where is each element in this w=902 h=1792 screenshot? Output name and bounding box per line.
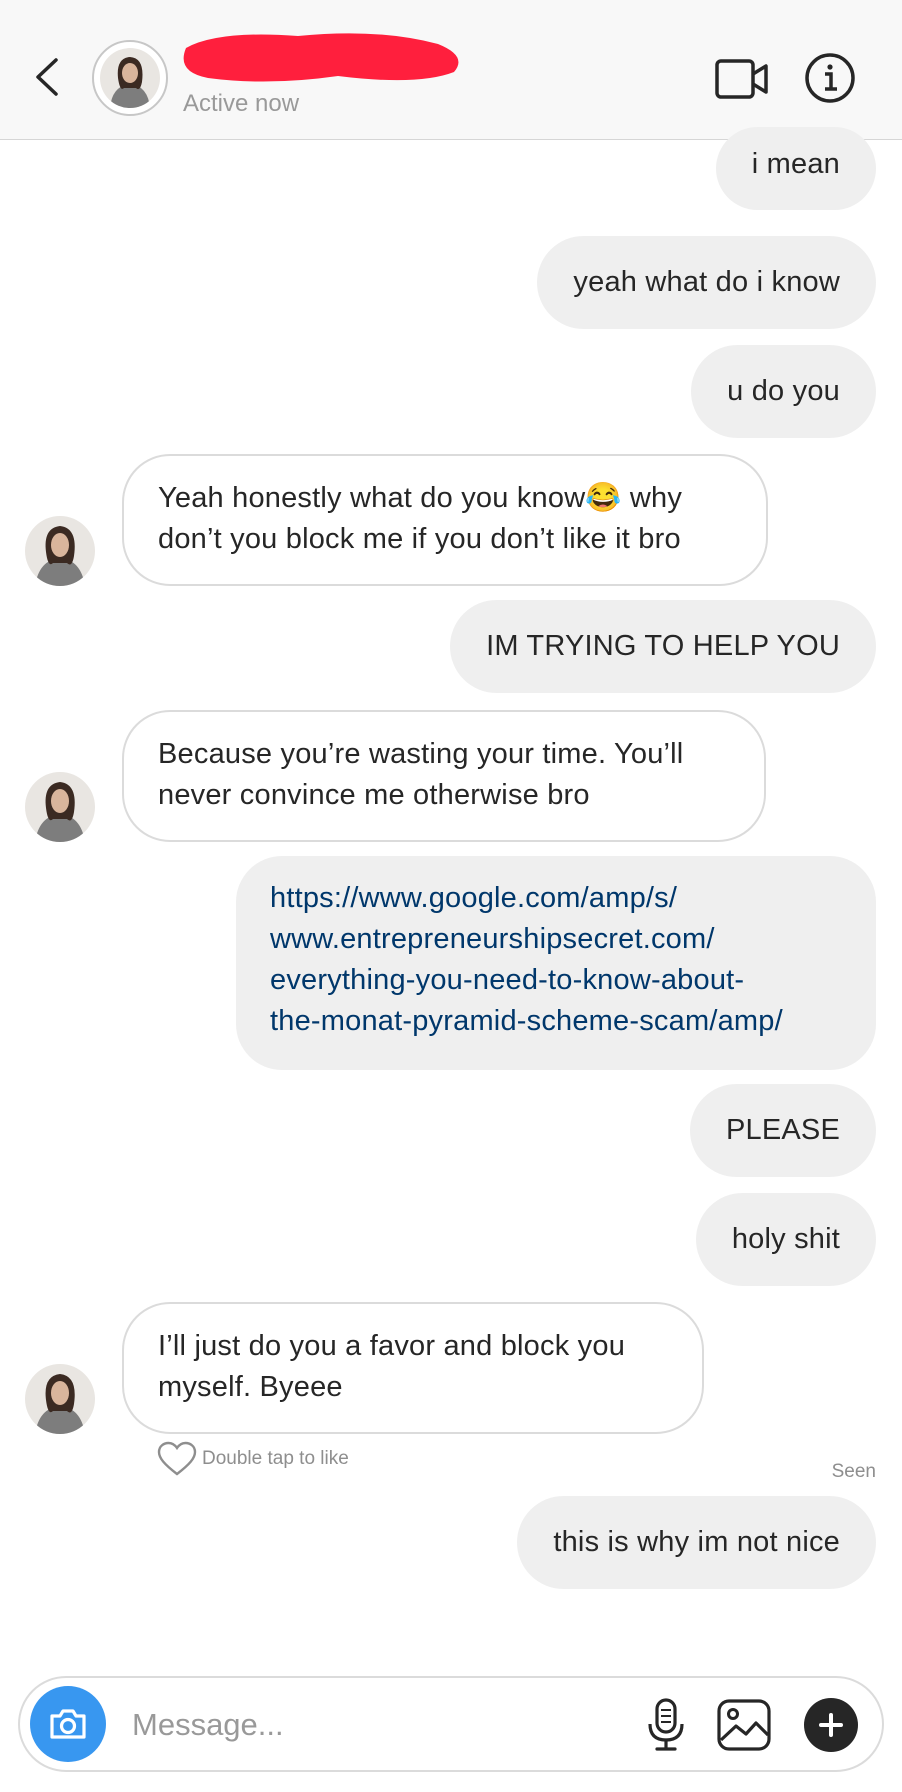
link-line[interactable]: the-monat-pyramid-scheme-scam/amp/ (270, 1001, 842, 1042)
received-message[interactable]: Yeah honestly what do you know😂 why don’… (122, 454, 768, 586)
double-tap-like-hint[interactable]: Double tap to like (156, 1441, 349, 1477)
received-message[interactable]: I’ll just do you a favor and block you m… (122, 1302, 704, 1434)
message-text: PLEASE (725, 1114, 840, 1146)
sent-message[interactable]: holy shit (695, 1193, 876, 1286)
contact-avatar[interactable] (25, 1364, 95, 1434)
message-thread[interactable]: i mean yeah what do i know u do you Yeah… (0, 127, 902, 1651)
message-text: IM TRYING TO HELP YOU (486, 630, 840, 662)
seen-receipt: Seen (831, 1461, 876, 1482)
message-text: holy shit (731, 1223, 840, 1255)
message-text: yeah what do i know (573, 266, 840, 298)
video-camera-icon[interactable] (714, 56, 770, 102)
microphone-icon[interactable] (640, 1696, 692, 1754)
contact-avatar[interactable] (92, 40, 168, 116)
message-text: i mean (751, 148, 840, 180)
link-line[interactable]: everything-you-need-to-know-about- (270, 960, 842, 1001)
like-hint-text: Double tap to like (202, 1448, 349, 1469)
plus-button[interactable] (804, 1698, 858, 1752)
contact-avatar[interactable] (25, 772, 95, 842)
message-text: I’ll just do you a favor and block you m… (158, 1330, 626, 1403)
sent-message[interactable]: this is why im not nice (517, 1496, 876, 1589)
chat-header: Active now (0, 0, 902, 140)
sent-message[interactable]: PLEASE (689, 1084, 876, 1177)
sent-message[interactable]: u do you (691, 345, 876, 438)
sent-message[interactable]: IM TRYING TO HELP YOU (450, 600, 876, 693)
message-text: u do you (727, 375, 840, 407)
link-line[interactable]: www.entrepreneurshipsecret.com/ (270, 919, 842, 960)
camera-button[interactable] (30, 1686, 106, 1762)
heart-icon[interactable] (156, 1441, 198, 1477)
received-message[interactable]: Because you’re wasting your time. You’ll… (122, 710, 766, 842)
info-icon[interactable] (804, 52, 856, 104)
sent-message[interactable]: i mean (715, 127, 876, 210)
sent-link-message[interactable]: https://www.google.com/amp/s/ www.entrep… (236, 856, 876, 1070)
message-composer (18, 1676, 884, 1772)
message-text: Because you’re wasting your time. You’ll… (158, 738, 684, 811)
message-text: this is why im not nice (553, 1526, 840, 1558)
message-text: Yeah honestly what do you know😂 why don’… (158, 482, 683, 555)
redacted-username (183, 33, 459, 82)
link-line[interactable]: https://www.google.com/amp/s/ (270, 878, 842, 919)
sent-message[interactable]: yeah what do i know (537, 236, 876, 329)
camera-icon (50, 1709, 86, 1739)
plus-icon (819, 1713, 843, 1737)
active-status: Active now (183, 90, 300, 117)
gallery-icon[interactable] (716, 1698, 772, 1752)
message-input[interactable] (130, 1698, 634, 1752)
contact-avatar[interactable] (25, 516, 95, 586)
avatar-photo (100, 48, 160, 108)
back-chevron-icon[interactable] (28, 52, 68, 102)
